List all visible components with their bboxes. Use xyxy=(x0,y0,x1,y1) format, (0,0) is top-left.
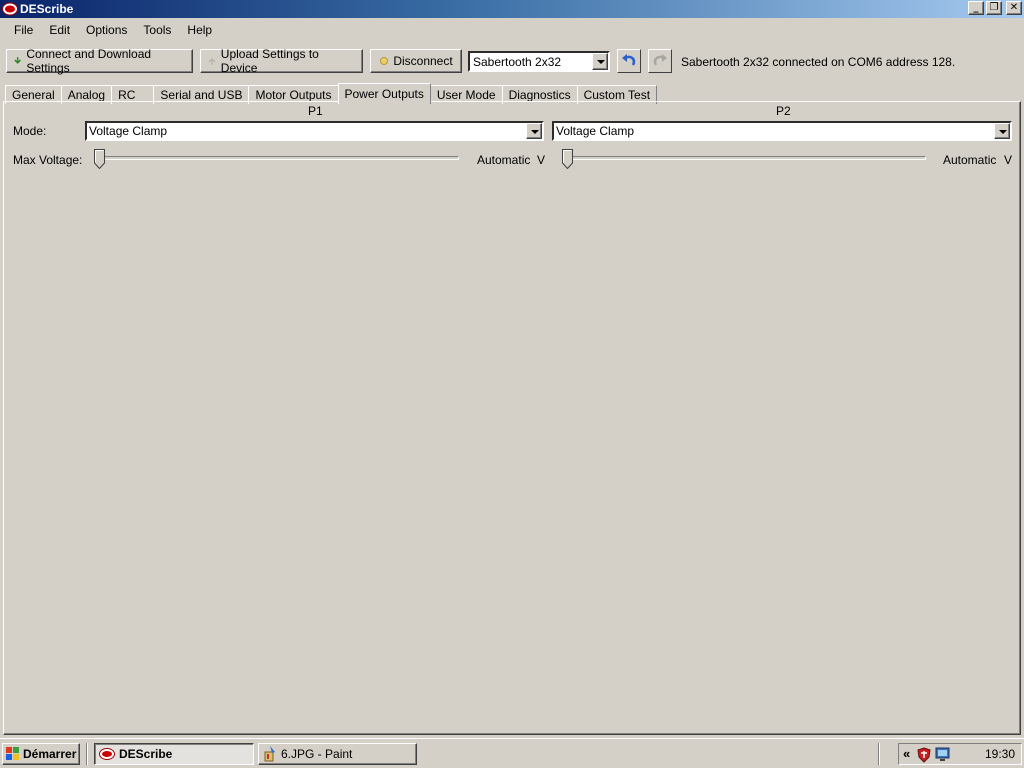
taskbar: Démarrer DEScribe 6.JPG - Paint « 19:30 xyxy=(0,738,1024,768)
start-button[interactable]: Démarrer xyxy=(2,743,80,765)
p1-max-voltage-value: Automatic xyxy=(477,153,531,167)
max-voltage-label: Max Voltage: xyxy=(13,153,83,167)
maximize-button[interactable]: ❐ xyxy=(986,1,1002,15)
p2-mode-value: Voltage Clamp xyxy=(556,124,635,138)
upload-settings-button[interactable]: Upload Settings to Device xyxy=(200,47,363,75)
paint-icon xyxy=(264,746,275,762)
p2-mode-select[interactable]: Voltage Clamp xyxy=(552,121,1012,141)
p1-max-voltage-slider-track[interactable] xyxy=(94,156,459,160)
p1-header: P1 xyxy=(308,104,323,118)
mode-label: Mode: xyxy=(13,124,47,138)
system-tray: « 19:30 xyxy=(898,743,1022,765)
connect-download-button[interactable]: Connect and Download Settings xyxy=(6,47,193,75)
taskbar-separator xyxy=(878,743,880,765)
menu-tools[interactable]: Tools xyxy=(135,20,179,40)
chevron-down-icon[interactable] xyxy=(526,123,542,139)
redo-button[interactable] xyxy=(648,49,672,73)
upload-arrow-icon xyxy=(208,57,216,65)
shield-icon[interactable] xyxy=(917,747,931,763)
device-select-value: Sabertooth 2x32 xyxy=(473,55,562,69)
chevron-down-icon[interactable] xyxy=(592,53,608,70)
disconnect-button[interactable]: Disconnect xyxy=(370,49,462,73)
p1-max-voltage-slider-thumb[interactable] xyxy=(94,149,105,169)
toolbar: Connect and Download Settings Upload Set… xyxy=(0,46,1024,76)
close-button[interactable]: ✕ xyxy=(1006,1,1022,15)
task-describe[interactable]: DEScribe xyxy=(94,743,254,765)
disconnect-icon xyxy=(380,57,389,65)
p2-max-voltage-slider-track[interactable] xyxy=(562,156,926,160)
minimize-button[interactable]: _ xyxy=(968,1,984,15)
p2-max-voltage-slider-thumb[interactable] xyxy=(562,149,573,169)
title-bar: DEScribe _ ❐ ✕ xyxy=(0,0,1024,18)
menu-bar: File Edit Options Tools Help xyxy=(0,20,1024,40)
menu-file[interactable]: File xyxy=(6,20,41,40)
p2-voltage-unit: V xyxy=(1004,153,1013,167)
power-outputs-panel xyxy=(3,101,1021,735)
disconnect-label: Disconnect xyxy=(393,54,453,68)
windows-logo-icon xyxy=(6,747,19,760)
task-describe-label: DEScribe xyxy=(119,747,173,761)
p2-max-voltage-value: Automatic xyxy=(943,153,997,167)
menu-help[interactable]: Help xyxy=(179,20,220,40)
upload-settings-label: Upload Settings to Device xyxy=(220,47,319,75)
taskbar-separator xyxy=(86,743,88,765)
connection-status: Sabertooth 2x32 connected on COM6 addres… xyxy=(681,55,956,69)
tab-power-outputs[interactable]: Power Outputs xyxy=(337,83,431,104)
p1-voltage-unit: V xyxy=(537,153,546,167)
task-paint[interactable]: 6.JPG - Paint xyxy=(258,743,417,765)
window-title: DEScribe xyxy=(20,2,74,16)
describe-logo-icon xyxy=(99,748,115,760)
redo-icon xyxy=(653,54,667,66)
describe-logo-icon xyxy=(2,2,18,16)
undo-button[interactable] xyxy=(617,49,641,73)
undo-icon xyxy=(622,54,636,66)
clock: 19:30 xyxy=(984,747,1015,761)
device-select[interactable]: Sabertooth 2x32 xyxy=(468,51,610,72)
menu-options[interactable]: Options xyxy=(78,20,135,40)
start-label: Démarrer xyxy=(23,747,77,761)
chevron-down-icon[interactable] xyxy=(994,123,1010,139)
task-paint-label: 6.JPG - Paint xyxy=(281,747,353,761)
menu-edit[interactable]: Edit xyxy=(41,20,78,40)
download-arrow-icon xyxy=(14,57,21,64)
network-monitor-icon[interactable] xyxy=(935,747,951,763)
tab-strip: General Analog RC Serial and USB Motor O… xyxy=(5,83,658,104)
connect-download-label: Connect and Download Settings xyxy=(26,47,152,75)
tray-expand-icon[interactable]: « xyxy=(903,746,910,761)
p2-header: P2 xyxy=(776,104,791,118)
p1-mode-select[interactable]: Voltage Clamp xyxy=(85,121,544,141)
p1-mode-value: Voltage Clamp xyxy=(89,124,168,138)
